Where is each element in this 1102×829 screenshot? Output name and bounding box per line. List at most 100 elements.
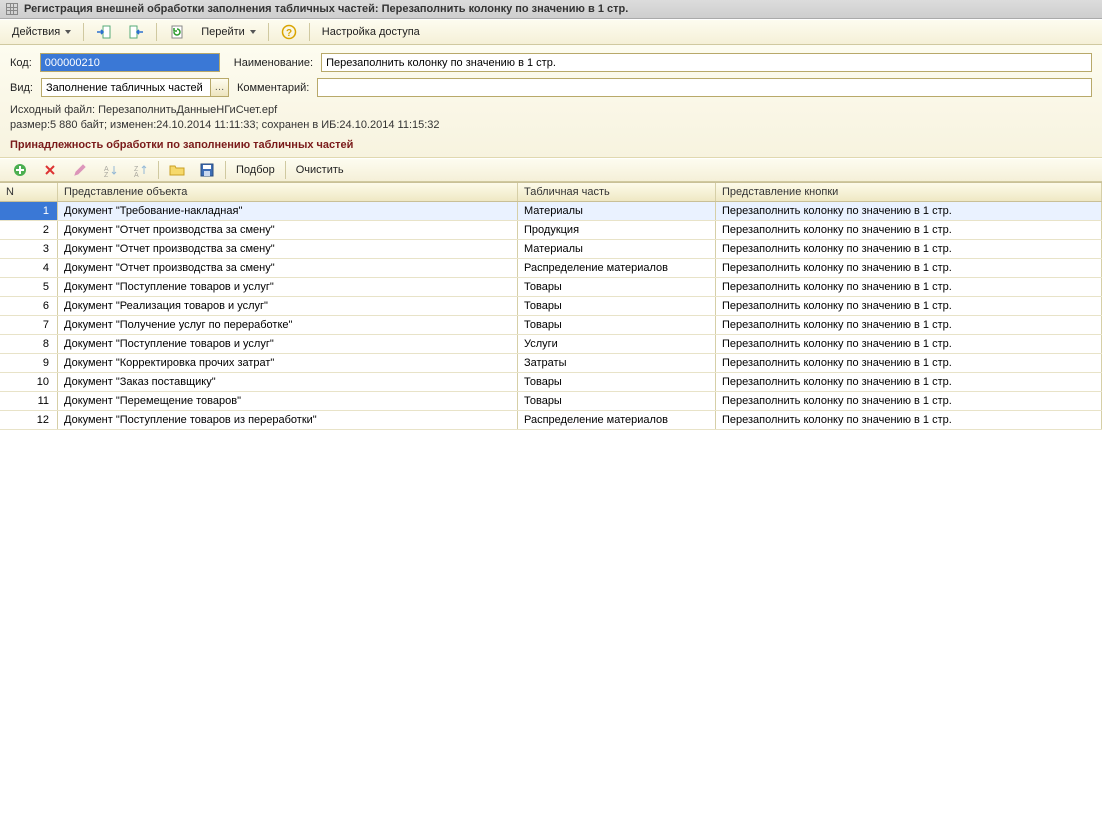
cell-n: 2 (0, 221, 58, 239)
data-grid: N Представление объекта Табличная часть … (0, 182, 1102, 430)
main-toolbar: Действия Перейти ? Настройка доступа (0, 19, 1102, 45)
toolbar-separator (158, 161, 159, 179)
folder-icon (169, 162, 185, 178)
table-row[interactable]: 12Документ "Поступление товаров из перер… (0, 411, 1102, 430)
sort-desc-button[interactable]: ZA (126, 160, 154, 180)
diskette-icon (199, 162, 215, 178)
cell-tabpart: Материалы (518, 240, 716, 258)
save-file-button[interactable] (122, 22, 150, 42)
toolbar-separator (225, 161, 226, 179)
cell-object: Документ "Отчет производства за смену" (58, 240, 518, 258)
kind-ellipsis-button[interactable]: … (211, 78, 229, 97)
arrow-left-doc-icon (128, 24, 144, 40)
kind-input[interactable] (41, 78, 211, 97)
chevron-down-icon (250, 30, 256, 34)
table-row[interactable]: 2Документ "Отчет производства за смену"П… (0, 221, 1102, 240)
table-row[interactable]: 6Документ "Реализация товаров и услуг"То… (0, 297, 1102, 316)
form-panel: Код: Наименование: Вид: … Комментарий: И… (0, 45, 1102, 158)
cell-tabpart: Затраты (518, 354, 716, 372)
open-folder-button[interactable] (163, 160, 191, 180)
actions-menu[interactable]: Действия (6, 22, 77, 42)
sort-asc-button[interactable]: AZ (96, 160, 124, 180)
cell-button: Перезаполнить колонку по значению в 1 ст… (716, 354, 1102, 372)
help-icon: ? (281, 24, 297, 40)
add-icon (12, 162, 28, 178)
cell-tabpart: Товары (518, 278, 716, 296)
table-row[interactable]: 7Документ "Получение услуг по переработк… (0, 316, 1102, 335)
refresh-doc-button[interactable] (163, 22, 191, 42)
refresh-doc-icon (169, 24, 185, 40)
help-button[interactable]: ? (275, 22, 303, 42)
col-tabpart[interactable]: Табличная часть (518, 183, 716, 201)
section-title: Принадлежность обработки по заполнению т… (10, 139, 1092, 151)
svg-text:Z: Z (104, 172, 109, 177)
arrow-right-doc-icon (96, 24, 112, 40)
svg-text:?: ? (286, 28, 292, 39)
clear-button[interactable]: Очистить (290, 160, 350, 180)
grid-body: 1Документ "Требование-накладная"Материал… (0, 202, 1102, 430)
load-file-button[interactable] (90, 22, 118, 42)
cell-n: 10 (0, 373, 58, 391)
window-title: Регистрация внешней обработки заполнения… (24, 3, 628, 15)
table-row[interactable]: 9Документ "Корректировка прочих затрат"З… (0, 354, 1102, 373)
cell-n: 3 (0, 240, 58, 258)
cell-n: 6 (0, 297, 58, 315)
table-row[interactable]: 8Документ "Поступление товаров и услуг"У… (0, 335, 1102, 354)
app-grid-icon (6, 3, 18, 15)
delete-row-button[interactable] (36, 160, 64, 180)
cell-object: Документ "Корректировка прочих затрат" (58, 354, 518, 372)
table-row[interactable]: 10Документ "Заказ поставщику"ТоварыПерез… (0, 373, 1102, 392)
cell-button: Перезаполнить колонку по значению в 1 ст… (716, 221, 1102, 239)
svg-text:A: A (134, 172, 139, 177)
kind-combo[interactable]: … (41, 78, 229, 97)
table-row[interactable]: 5Документ "Поступление товаров и услуг"Т… (0, 278, 1102, 297)
col-object[interactable]: Представление объекта (58, 183, 518, 201)
chevron-down-icon (65, 30, 71, 34)
cell-object: Документ "Перемещение товаров" (58, 392, 518, 410)
col-n[interactable]: N (0, 183, 58, 201)
cell-tabpart: Товары (518, 297, 716, 315)
goto-label: Перейти (201, 26, 245, 38)
cell-n: 12 (0, 411, 58, 429)
toolbar-separator (268, 23, 269, 41)
source-file-line1: Исходный файл: ПерезаполнитьДанныеНГиСче… (10, 103, 1092, 118)
select-button[interactable]: Подбор (230, 160, 281, 180)
toolbar-separator (285, 161, 286, 179)
add-row-button[interactable] (6, 160, 34, 180)
cell-object: Документ "Поступление товаров и услуг" (58, 335, 518, 353)
cell-tabpart: Распределение материалов (518, 259, 716, 277)
cell-button: Перезаполнить колонку по значению в 1 ст… (716, 392, 1102, 410)
save-button[interactable] (193, 160, 221, 180)
cell-button: Перезаполнить колонку по значению в 1 ст… (716, 202, 1102, 220)
access-settings-button[interactable]: Настройка доступа (316, 22, 426, 42)
toolbar-separator (83, 23, 84, 41)
goto-menu[interactable]: Перейти (195, 22, 262, 42)
cell-tabpart: Продукция (518, 221, 716, 239)
edit-row-button[interactable] (66, 160, 94, 180)
cell-object: Документ "Отчет производства за смену" (58, 259, 518, 277)
source-file-line2: размер:5 880 байт; изменен:24.10.2014 11… (10, 118, 1092, 133)
table-toolbar: AZ ZA Подбор Очистить (0, 158, 1102, 182)
name-input[interactable] (321, 53, 1092, 72)
kind-label: Вид: (10, 82, 33, 94)
cell-object: Документ "Отчет производства за смену" (58, 221, 518, 239)
cell-object: Документ "Получение услуг по переработке… (58, 316, 518, 334)
code-input[interactable] (40, 53, 220, 72)
window-titlebar: Регистрация внешней обработки заполнения… (0, 0, 1102, 19)
table-row[interactable]: 11Документ "Перемещение товаров"ТоварыПе… (0, 392, 1102, 411)
table-row[interactable]: 3Документ "Отчет производства за смену"М… (0, 240, 1102, 259)
cell-object: Документ "Реализация товаров и услуг" (58, 297, 518, 315)
table-row[interactable]: 4Документ "Отчет производства за смену"Р… (0, 259, 1102, 278)
col-button[interactable]: Представление кнопки (716, 183, 1102, 201)
cell-button: Перезаполнить колонку по значению в 1 ст… (716, 316, 1102, 334)
cell-n: 7 (0, 316, 58, 334)
cell-object: Документ "Требование-накладная" (58, 202, 518, 220)
cell-n: 11 (0, 392, 58, 410)
sort-asc-icon: AZ (102, 162, 118, 178)
table-row[interactable]: 1Документ "Требование-накладная"Материал… (0, 202, 1102, 221)
select-label: Подбор (236, 164, 275, 176)
cell-button: Перезаполнить колонку по значению в 1 ст… (716, 240, 1102, 258)
toolbar-separator (309, 23, 310, 41)
sort-desc-icon: ZA (132, 162, 148, 178)
comment-input[interactable] (317, 78, 1092, 97)
